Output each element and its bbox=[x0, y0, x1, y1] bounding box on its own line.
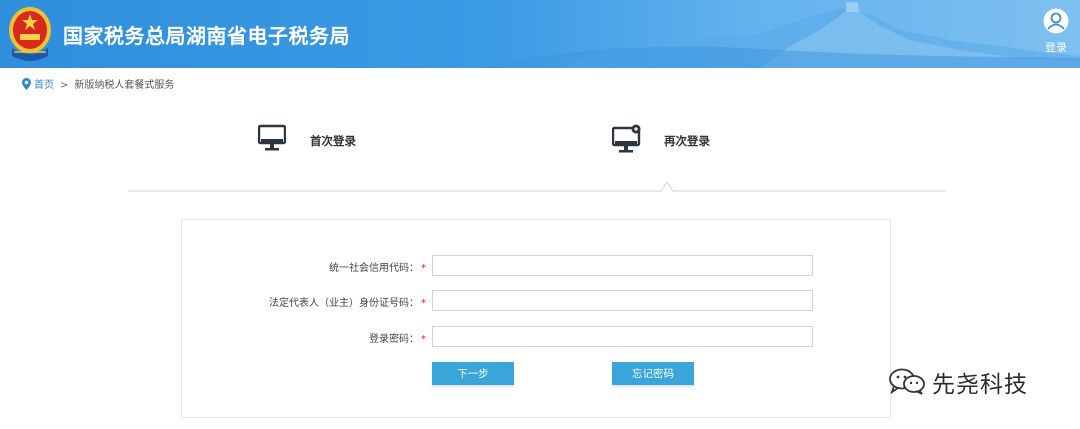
tab-second-login[interactable]: 再次登录 bbox=[612, 124, 722, 156]
tab-first-login[interactable]: 首次登录 bbox=[258, 124, 368, 156]
site-header: 国家税务总局湖南省电子税务局 登录 bbox=[0, 0, 1080, 68]
tab-first-login-label: 首次登录 bbox=[310, 134, 356, 148]
next-step-button[interactable]: 下一步 bbox=[432, 362, 514, 385]
id-number-input[interactable] bbox=[432, 290, 813, 311]
tax-emblem-logo bbox=[9, 7, 51, 61]
watermark-text: 先尧科技 bbox=[932, 372, 1028, 398]
required-mark: * bbox=[421, 263, 426, 274]
breadcrumb-home-link[interactable]: 首页 bbox=[34, 80, 54, 91]
forgot-password-button[interactable]: 忘记密码 bbox=[612, 362, 694, 385]
wechat-icon bbox=[889, 368, 925, 395]
login-label: 登录 bbox=[1045, 41, 1067, 54]
monitor-plus-icon bbox=[612, 124, 641, 153]
required-mark: * bbox=[421, 298, 426, 309]
login-form-panel: 统一社会信用代码： * 法定代表人（业主）身份证号码： * 登录密码： * 下一步 忘… bbox=[181, 219, 891, 418]
monitor-icon bbox=[258, 124, 286, 151]
tab-second-login-label: 再次登录 bbox=[664, 134, 710, 148]
password-input[interactable] bbox=[432, 326, 813, 347]
breadcrumb-separator: > bbox=[60, 80, 69, 91]
breadcrumb-current: 新版纳税人套餐式服务 bbox=[74, 80, 175, 91]
password-label: 登录密码： * bbox=[369, 334, 426, 345]
breadcrumb: 首页 > 新版纳税人套餐式服务 bbox=[22, 76, 175, 91]
user-avatar-icon bbox=[1043, 8, 1069, 34]
location-pin-icon bbox=[22, 78, 31, 90]
required-mark: * bbox=[421, 334, 426, 345]
credit-code-label: 统一社会信用代码： * bbox=[329, 263, 426, 274]
form-row-credit-code: 统一社会信用代码： * bbox=[182, 255, 892, 277]
id-number-label: 法定代表人（业主）身份证号码： * bbox=[269, 298, 426, 309]
form-row-password: 登录密码： * bbox=[182, 326, 892, 348]
credit-code-input[interactable] bbox=[432, 255, 813, 276]
login-button[interactable]: 登录 bbox=[1040, 8, 1072, 55]
site-title: 国家税务总局湖南省电子税务局 bbox=[63, 24, 350, 48]
form-row-id-number: 法定代表人（业主）身份证号码： * bbox=[182, 290, 892, 312]
